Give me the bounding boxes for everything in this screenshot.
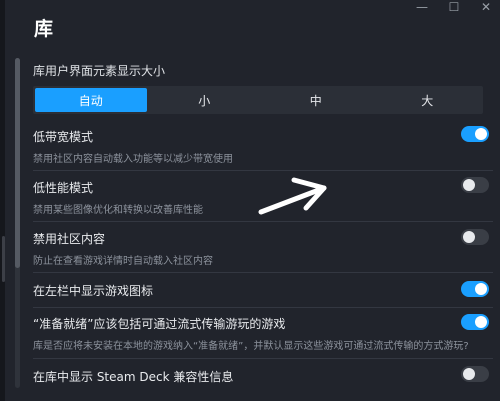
setting-title: 禁用社区内容 bbox=[33, 232, 106, 246]
setting-row-ready-streaming: “准备就绪”应该包括可通过流式传输游玩的游戏 库是否应将未安装在本地的游戏纳入“… bbox=[33, 308, 493, 359]
ui-size-label: 库用户界面元素显示大小 bbox=[33, 64, 166, 78]
setting-title: 在左栏中显示游戏图标 bbox=[33, 284, 154, 298]
setting-row-game-icons: 在左栏中显示游戏图标 bbox=[33, 273, 493, 308]
setting-description: 库是否应将未安装在本地的游戏纳入“准备就绪”，并默认显示这些游戏可通过流式传输的… bbox=[33, 341, 469, 352]
low-performance-toggle[interactable] bbox=[461, 177, 489, 193]
ui-size-option-medium[interactable]: 中 bbox=[260, 86, 372, 114]
panel-scrollbar[interactable] bbox=[15, 58, 20, 388]
minimize-icon[interactable]: — bbox=[416, 0, 428, 14]
game-icons-toggle[interactable] bbox=[461, 281, 489, 297]
maximize-icon[interactable]: ☐ bbox=[448, 0, 460, 14]
ui-size-option-small[interactable]: 小 bbox=[149, 86, 261, 114]
setting-description: 禁用社区内容自动载入功能等以减少带宽使用 bbox=[33, 154, 233, 165]
setting-row-disable-community: 禁用社区内容 防止在查看游戏详情时自动载入社区内容 bbox=[33, 222, 493, 273]
setting-description: 防止在查看游戏详情时自动载入社区内容 bbox=[33, 256, 213, 267]
toggle-knob bbox=[463, 231, 475, 243]
ui-size-option-auto[interactable]: 自动 bbox=[35, 88, 147, 112]
setting-title: 在库中显示 Steam Deck 兼容性信息 bbox=[33, 370, 234, 384]
close-icon[interactable]: ✕ bbox=[480, 0, 492, 14]
setting-title: 低带宽模式 bbox=[33, 130, 94, 144]
setting-description: 禁用某些图像优化和转换以改善库性能 bbox=[33, 205, 203, 216]
page-title: 库 bbox=[34, 18, 54, 40]
annotation-arrow-icon bbox=[258, 177, 327, 215]
steam-deck-compat-toggle[interactable] bbox=[461, 366, 489, 382]
panel-scroll-thumb[interactable] bbox=[15, 58, 20, 268]
setting-row-low-bandwidth: 低带宽模式 禁用社区内容自动载入功能等以减少带宽使用 bbox=[33, 120, 493, 171]
ui-size-selector: 自动 小 中 大 bbox=[33, 86, 483, 114]
low-bandwidth-toggle[interactable] bbox=[461, 126, 489, 142]
disable-community-toggle[interactable] bbox=[461, 229, 489, 245]
window-controls: — ☐ ✕ bbox=[416, 0, 492, 14]
setting-row-steam-deck-compat: 在库中显示 Steam Deck 兼容性信息 bbox=[33, 359, 493, 393]
ready-streaming-toggle[interactable] bbox=[461, 314, 489, 330]
toggle-knob bbox=[475, 283, 487, 295]
setting-title: 低性能模式 bbox=[33, 181, 94, 195]
setting-title: “准备就绪”应该包括可通过流式传输游玩的游戏 bbox=[33, 317, 286, 331]
ui-size-option-large[interactable]: 大 bbox=[372, 86, 484, 114]
toggle-knob bbox=[475, 128, 487, 140]
toggle-knob bbox=[475, 316, 487, 328]
toggle-knob bbox=[463, 179, 475, 191]
toggle-knob bbox=[463, 368, 475, 380]
